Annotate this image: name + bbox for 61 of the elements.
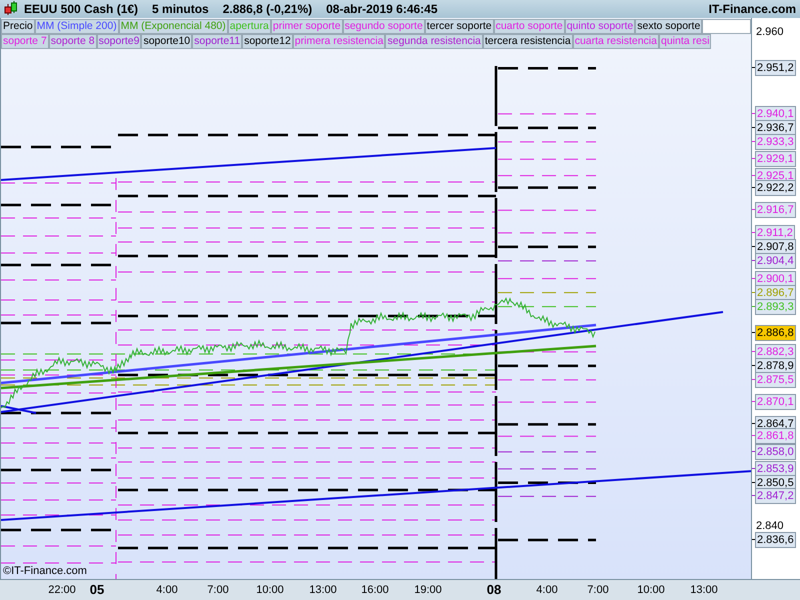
price-level-label: 2.847,2 xyxy=(755,488,796,504)
chart-title: EEUU 500 Cash (1€) xyxy=(24,2,138,16)
price-level-label: 2.870,1 xyxy=(755,394,796,410)
date-time: 08-abr-2019 6:46:45 xyxy=(326,2,438,16)
time-label: 19:00 xyxy=(413,584,443,596)
price-level-label: 2.922,2 xyxy=(755,180,796,196)
copyright-text: ©IT-Finance.com xyxy=(3,565,87,578)
legend-item[interactable]: soporte11 xyxy=(192,34,242,49)
interval-label: 5 minutos xyxy=(152,2,209,16)
price-level-label: 2.836,6 xyxy=(755,532,796,548)
time-label: 4:00 xyxy=(155,584,179,596)
time-label: 10:00 xyxy=(636,584,666,596)
legend-item[interactable]: cuarta resistencia xyxy=(572,34,659,49)
legend-item[interactable]: soporte10 xyxy=(141,34,192,49)
time-label: 13:00 xyxy=(689,584,719,596)
price-level-label: 2.893,3 xyxy=(755,298,796,315)
time-label: 05 xyxy=(88,582,106,598)
price-level-label: 2.929,1 xyxy=(755,151,796,168)
time-label: 7:00 xyxy=(586,584,610,596)
price-level-label: 2.904,4 xyxy=(755,252,796,269)
price-level-label: 2.858,0 xyxy=(755,444,796,460)
legend-item[interactable]: soporte 8 xyxy=(48,34,97,49)
legend-item[interactable]: Precio xyxy=(1,18,35,34)
time-label: 13:00 xyxy=(308,584,338,596)
legend-item[interactable]: segundo soporte xyxy=(342,18,425,34)
candlestick-icon xyxy=(4,1,18,16)
price-level-label: 2.933,3 xyxy=(755,134,796,150)
price-level-label: 2.853,9 xyxy=(755,460,796,477)
legend-item[interactable]: primera resistencia xyxy=(292,34,386,49)
price-level-label: 2.882,3 xyxy=(755,344,796,360)
time-label: 10:00 xyxy=(255,584,285,596)
legend-item[interactable]: soporte12 xyxy=(242,34,293,49)
price-level-label: 2.900,1 xyxy=(755,270,796,287)
axis-tick-label: 2.960 xyxy=(756,24,784,39)
legend-item[interactable]: soporte 7 xyxy=(1,34,49,49)
site-name: IT-Finance.com xyxy=(708,2,796,16)
legend-item[interactable]: quinto soporte xyxy=(564,18,636,34)
legend-item[interactable]: tercer soporte xyxy=(424,18,494,34)
time-label: 4:00 xyxy=(535,584,559,596)
legend-item[interactable]: cuarto soporte xyxy=(494,18,565,34)
price-level-label: 2.951,2 xyxy=(755,60,796,76)
price-level-label: 2.940,1 xyxy=(755,106,796,122)
legend-item[interactable]: soporte9 xyxy=(96,34,142,49)
legend-item[interactable]: tercera resistencia xyxy=(482,34,573,49)
legend-item[interactable]: MM (Simple 200) xyxy=(34,18,119,34)
time-label: 22:00 xyxy=(47,584,77,596)
time-label: 16:00 xyxy=(360,584,390,596)
legend-item[interactable]: MM (Exponencial 480) xyxy=(118,18,228,34)
price-change: 2.886,8 (-0,21%) xyxy=(222,2,312,16)
legend-item[interactable]: primer soporte xyxy=(270,18,343,34)
price-level-label: 2.911,2 xyxy=(755,224,795,241)
time-label: 7:00 xyxy=(206,584,230,596)
time-label: 08 xyxy=(486,582,502,598)
current-price-label: 2.886,8 xyxy=(755,325,796,342)
legend-item[interactable]: segunda resistencia xyxy=(385,34,483,49)
price-level-label: 2.875,5 xyxy=(755,372,796,388)
axis-tick-label: 2.840 xyxy=(756,519,784,533)
legend-item[interactable]: sexto soporte xyxy=(635,18,702,34)
legend-item[interactable]: quinta resi xyxy=(658,34,712,49)
price-level-label: 2.916,7 xyxy=(755,202,796,218)
price-level-label: 2.861,8 xyxy=(755,428,796,444)
